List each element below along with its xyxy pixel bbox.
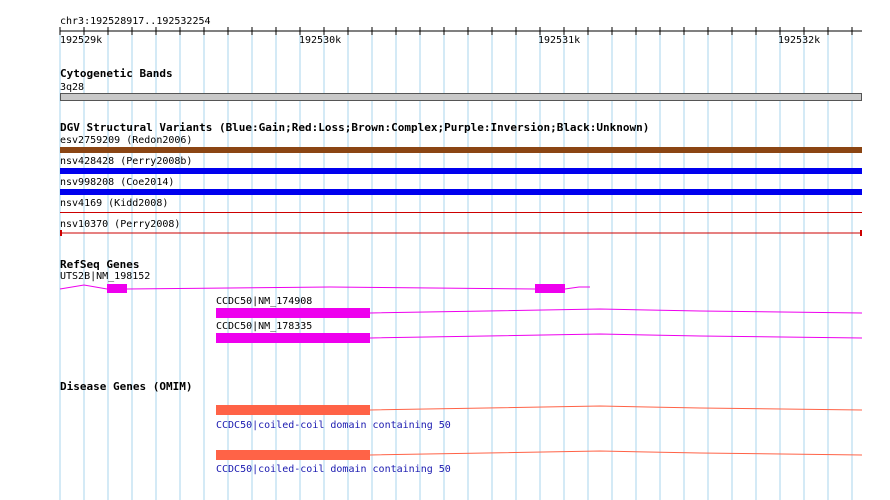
omim-gene-label[interactable]: CCDC50|coiled-coil domain containing 50 [216,464,451,475]
omim-gene-model-2[interactable] [0,0,890,465]
